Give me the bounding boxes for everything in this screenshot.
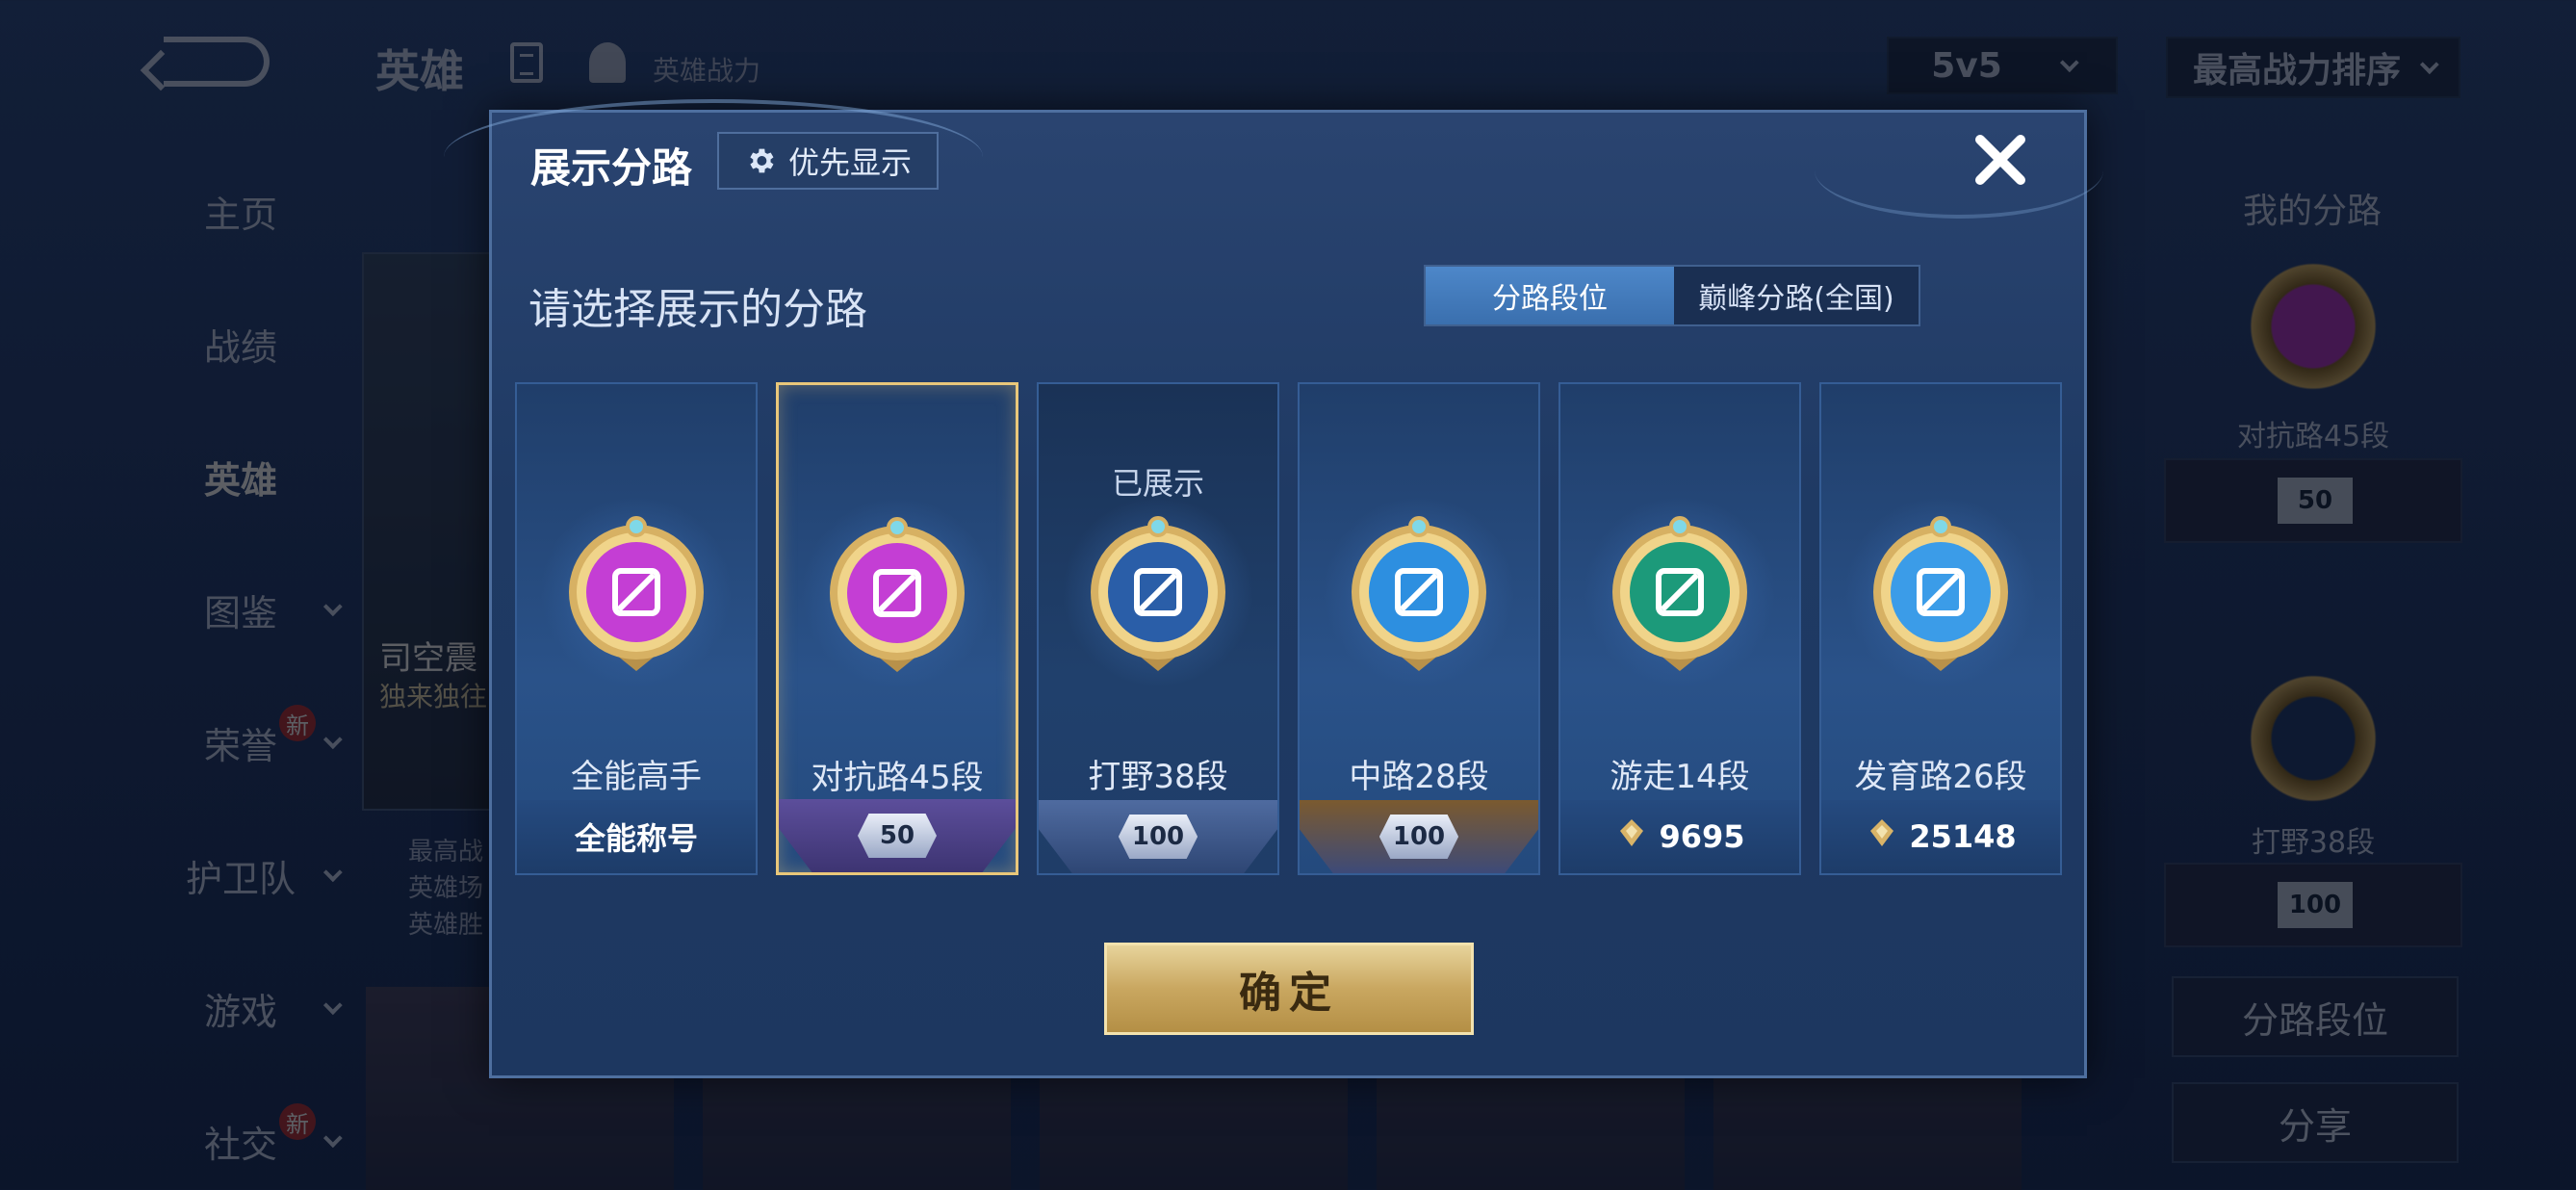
lane-footer: 25148: [1821, 800, 2060, 873]
lane-display-modal: 展示分路 优先显示 请选择展示的分路 分路段位 巅峰分路(全国) 全能高手全能称…: [444, 99, 2103, 1078]
lane-footer: 9695: [1560, 800, 1799, 873]
gear-icon: [744, 144, 777, 177]
lane-card[interactable]: 游走14段 9695: [1558, 382, 1801, 875]
lane-badge-icon: [1862, 513, 2020, 679]
lane-name: 对抗路45段: [811, 759, 984, 797]
tab-peak-lane[interactable]: 巅峰分路(全国): [1674, 267, 1919, 324]
modal-header: 展示分路 优先显示: [492, 113, 2084, 209]
peak-points-icon: [1865, 815, 1899, 858]
close-icon: [1975, 135, 2025, 185]
lane-badge-icon: [1340, 513, 1498, 679]
lane-badge-icon: [557, 513, 715, 679]
lane-card[interactable]: 已展示 打野38段 100: [1037, 382, 1279, 875]
segment-tabs: 分路段位 巅峰分路(全国): [1424, 265, 1920, 326]
lane-badge-icon: [1079, 513, 1237, 679]
peak-points-value: 9695: [1659, 818, 1745, 855]
lane-footer: 50: [779, 799, 1016, 872]
lane-card[interactable]: 中路28段 100: [1298, 382, 1540, 875]
priority-display-label: 优先显示: [787, 144, 912, 181]
lane-footer: 全能称号: [517, 800, 756, 873]
lane-footer: 100: [1300, 800, 1538, 873]
tab-lane-rank[interactable]: 分路段位: [1426, 267, 1674, 324]
lane-name: 打野38段: [1088, 758, 1228, 796]
rank-stars-badge: 50: [858, 814, 937, 858]
peak-points-value: 25148: [1909, 818, 2017, 855]
rank-stars-badge: 100: [1118, 815, 1198, 859]
lane-card[interactable]: 全能高手 全能称号: [515, 382, 758, 875]
lane-badge-icon: [1601, 513, 1759, 679]
lane-name: 发育路26段: [1854, 758, 2027, 796]
lane-card[interactable]: 对抗路45段 50: [776, 382, 1018, 875]
section-title: 请选择展示的分路: [528, 285, 867, 334]
lane-name: 中路28段: [1349, 758, 1489, 796]
lane-cards: 全能高手 全能称号 对抗路45段 50 已展示 打野38段 100 中路28段 100 游走14段…: [515, 382, 2065, 875]
lane-footer: 100: [1039, 800, 1277, 873]
modal-title: 展示分路: [530, 144, 693, 192]
peak-points-icon: [1614, 815, 1649, 858]
peak-points: 25148: [1865, 815, 2017, 858]
rank-stars-badge: 100: [1378, 815, 1459, 859]
lane-badge-icon: [818, 514, 976, 680]
lane-name: 全能高手: [571, 758, 702, 796]
confirm-button[interactable]: 确定: [1104, 943, 1474, 1035]
lane-card[interactable]: 发育路26段 25148: [1819, 382, 2062, 875]
peak-points: 9695: [1614, 815, 1745, 858]
lane-name: 游走14段: [1610, 758, 1750, 796]
priority-display-button[interactable]: 优先显示: [717, 132, 939, 190]
close-button[interactable]: [1967, 126, 2034, 194]
